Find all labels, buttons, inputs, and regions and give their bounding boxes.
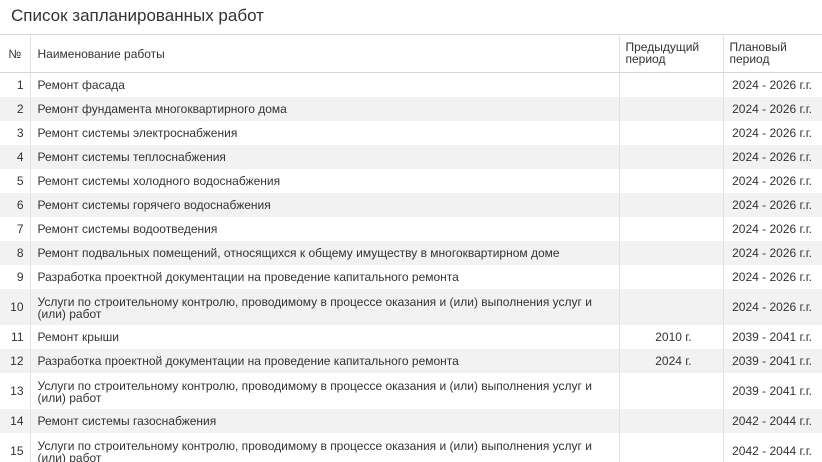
table-row[interactable]: 3 Ремонт системы электроснабжения 2024 -…	[0, 120, 822, 145]
previous-period	[619, 120, 724, 145]
planned-period: 2042 - 2044 г.г.	[723, 408, 822, 433]
planned-period: 2024 - 2026 г.г.	[723, 240, 822, 265]
planned-period: 2024 - 2026 г.г.	[723, 264, 822, 289]
work-name: Услуги по строительному контролю, провод…	[30, 288, 620, 325]
table-row[interactable]: 15 Услуги по строительному контролю, про…	[0, 432, 822, 462]
planned-period: 2024 - 2026 г.г.	[723, 96, 822, 121]
work-name: Ремонт фасада	[30, 72, 620, 97]
planned-period: 2024 - 2026 г.г.	[723, 192, 822, 217]
planned-period: 2024 - 2026 г.г.	[723, 288, 822, 325]
table-row[interactable]: 13 Услуги по строительному контролю, про…	[0, 372, 822, 409]
row-num: 3	[0, 120, 31, 145]
work-name: Ремонт системы горячего водоснабжения	[30, 192, 620, 217]
work-name: Ремонт фундамента многоквартирного дома	[30, 96, 620, 121]
table-row[interactable]: 9 Разработка проектной документации на п…	[0, 264, 822, 289]
work-name: Ремонт системы водоотведения	[30, 216, 620, 241]
works-table: № Наименование работы Предыдущий период …	[0, 34, 822, 462]
work-name: Ремонт системы холодного водоснабжения	[30, 168, 620, 193]
work-name: Услуги по строительному контролю, провод…	[30, 372, 620, 409]
header-row: № Наименование работы Предыдущий период …	[0, 34, 822, 73]
column-header-name[interactable]: Наименование работы	[30, 34, 620, 73]
row-num: 13	[0, 372, 31, 409]
work-name: Ремонт системы электроснабжения	[30, 120, 620, 145]
table-row[interactable]: 10 Услуги по строительному контролю, про…	[0, 288, 822, 325]
column-header-planned-period[interactable]: Плановый период	[723, 34, 822, 73]
previous-period	[619, 432, 724, 462]
work-name: Ремонт подвальных помещений, относящихся…	[30, 240, 620, 265]
planned-period: 2024 - 2026 г.г.	[723, 168, 822, 193]
planned-period: 2024 - 2026 г.г.	[723, 144, 822, 169]
row-num: 2	[0, 96, 31, 121]
row-num: 1	[0, 72, 31, 97]
column-header-previous-period[interactable]: Предыдущий период	[619, 34, 724, 73]
work-name: Услуги по строительному контролю, провод…	[30, 432, 620, 462]
work-name: Разработка проектной документации на про…	[30, 348, 620, 373]
table-row[interactable]: 1 Ремонт фасада 2024 - 2026 г.г.	[0, 72, 822, 97]
planned-period: 2024 - 2026 г.г.	[723, 216, 822, 241]
work-name: Ремонт системы теплоснабжения	[30, 144, 620, 169]
page-title: Список запланированных работ	[11, 6, 264, 25]
previous-period	[619, 144, 724, 169]
column-header-num[interactable]: №	[0, 34, 31, 73]
table-header: № Наименование работы Предыдущий период …	[0, 34, 822, 73]
planned-period: 2039 - 2041 г.г.	[723, 372, 822, 409]
table-row[interactable]: 4 Ремонт системы теплоснабжения 2024 - 2…	[0, 144, 822, 169]
planned-period: 2042 - 2044 г.г.	[723, 432, 822, 462]
planned-period: 2039 - 2041 г.г.	[723, 324, 822, 349]
header-prev-line2: период	[625, 52, 666, 66]
work-name: Разработка проектной документации на про…	[30, 264, 620, 289]
row-num: 4	[0, 144, 31, 169]
row-num: 11	[0, 324, 31, 349]
row-num: 9	[0, 264, 31, 289]
planned-period: 2024 - 2026 г.г.	[723, 72, 822, 97]
table-row[interactable]: 11 Ремонт крыши 2010 г. 2039 - 2041 г.г.	[0, 324, 822, 349]
planned-period: 2039 - 2041 г.г.	[723, 348, 822, 373]
previous-period	[619, 288, 724, 325]
previous-period	[619, 192, 724, 217]
row-num: 8	[0, 240, 31, 265]
previous-period	[619, 408, 724, 433]
table-row[interactable]: 6 Ремонт системы горячего водоснабжения …	[0, 192, 822, 217]
row-num: 5	[0, 168, 31, 193]
previous-period: 2024 г.	[619, 348, 724, 373]
row-num: 10	[0, 288, 31, 325]
table-row[interactable]: 8 Ремонт подвальных помещений, относящих…	[0, 240, 822, 265]
previous-period: 2010 г.	[619, 324, 724, 349]
previous-period	[619, 264, 724, 289]
header-plan-line2: период	[729, 52, 770, 66]
table-row[interactable]: 5 Ремонт системы холодного водоснабжения…	[0, 168, 822, 193]
row-num: 12	[0, 348, 31, 373]
previous-period	[619, 372, 724, 409]
previous-period	[619, 216, 724, 241]
previous-period	[619, 168, 724, 193]
previous-period	[619, 240, 724, 265]
work-name: Ремонт системы газоснабжения	[30, 408, 620, 433]
previous-period	[619, 96, 724, 121]
table-row[interactable]: 7 Ремонт системы водоотведения 2024 - 20…	[0, 216, 822, 241]
row-num: 7	[0, 216, 31, 241]
row-num: 14	[0, 408, 31, 433]
table-row[interactable]: 2 Ремонт фундамента многоквартирного дом…	[0, 96, 822, 121]
row-num: 15	[0, 432, 31, 462]
table-row[interactable]: 14 Ремонт системы газоснабжения 2042 - 2…	[0, 408, 822, 433]
previous-period	[619, 72, 724, 97]
work-name: Ремонт крыши	[30, 324, 620, 349]
row-num: 6	[0, 192, 31, 217]
table-row[interactable]: 12 Разработка проектной документации на …	[0, 348, 822, 373]
planned-period: 2024 - 2026 г.г.	[723, 120, 822, 145]
